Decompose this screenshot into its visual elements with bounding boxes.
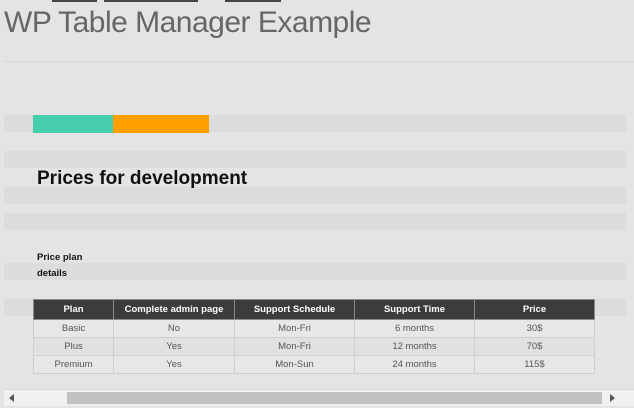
price-plan-details-label: Price plan details — [37, 252, 83, 279]
row-stripe — [4, 151, 626, 168]
row-stripe — [4, 213, 626, 230]
column-header-support-schedule[interactable]: Support Schedule — [234, 299, 355, 320]
horizontal-scrollbar[interactable] — [4, 389, 634, 406]
cell-support-time: 24 months — [354, 355, 475, 374]
cell-admin-page: Yes — [113, 337, 235, 356]
cell-support-schedule: Mon-Fri — [234, 319, 355, 338]
tab-primary[interactable] — [33, 115, 113, 133]
cell-support-time: 6 months — [354, 319, 475, 338]
table-row: Basic No Mon-Fri 6 months 30$ — [33, 319, 595, 338]
column-header-complete-admin-page[interactable]: Complete admin page — [113, 299, 235, 320]
cell-support-schedule: Mon-Sun — [234, 355, 355, 374]
price-table: Plan Complete admin page Support Schedul… — [33, 299, 595, 374]
section-heading: Prices for development — [37, 168, 248, 189]
cell-price: 115$ — [474, 355, 595, 374]
table-header-row: Plan Complete admin page Support Schedul… — [33, 299, 595, 320]
row-stripe — [4, 263, 626, 280]
cell-support-time: 12 months — [354, 337, 475, 356]
column-header-plan[interactable]: Plan — [33, 299, 114, 320]
cell-admin-page: Yes — [113, 355, 235, 374]
cell-plan: Premium — [33, 355, 114, 374]
top-menu-stub — [104, 0, 198, 2]
cell-plan: Plus — [33, 337, 114, 356]
cell-plan: Basic — [33, 319, 114, 338]
cell-price: 30$ — [474, 319, 595, 338]
column-header-support-time[interactable]: Support Time — [354, 299, 475, 320]
top-menu-stub — [52, 0, 97, 2]
cell-price: 70$ — [474, 337, 595, 356]
table-row: Premium Yes Mon-Sun 24 months 115$ — [33, 355, 595, 374]
table-row: Plus Yes Mon-Fri 12 months 70$ — [33, 337, 595, 356]
page-title: WP Table Manager Example — [4, 6, 372, 39]
top-menu-stub — [225, 0, 281, 2]
cell-support-schedule: Mon-Fri — [234, 337, 355, 356]
scroll-right-icon[interactable] — [604, 390, 620, 406]
title-divider — [4, 61, 634, 62]
cell-admin-page: No — [113, 319, 235, 338]
tab-secondary[interactable] — [113, 115, 209, 133]
tabs-bar — [33, 115, 209, 133]
column-header-price[interactable]: Price — [474, 299, 595, 320]
scrollbar-thumb[interactable] — [67, 392, 602, 404]
scroll-left-icon[interactable] — [4, 390, 20, 406]
